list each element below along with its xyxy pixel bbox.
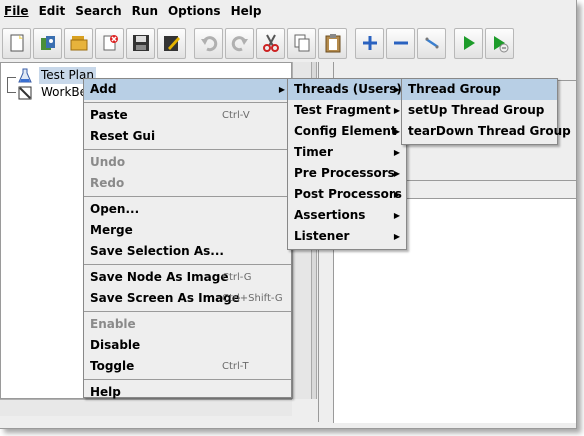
menu-item-save-selection[interactable]: Save Selection As... [84, 241, 291, 262]
menu-item-enable[interactable]: Enable [84, 314, 291, 335]
toggle-icon [424, 37, 439, 49]
open-button[interactable] [64, 27, 93, 59]
close-icon [103, 35, 118, 51]
toggle-button[interactable] [417, 27, 446, 59]
submenu-arrow-icon: ▶ [393, 190, 400, 199]
submenu-arrow-icon: ▶ [393, 127, 400, 136]
tree-expander[interactable] [7, 77, 16, 93]
redo-icon [231, 36, 248, 52]
menu-item-help[interactable]: Help [84, 382, 291, 403]
edit-icon [163, 36, 180, 51]
menu-options[interactable]: Options [164, 0, 225, 22]
menu-item-save-node-image[interactable]: Save Node As Image Ctrl-G [84, 267, 291, 288]
menubar: File Edit Search Run Options Help [0, 0, 576, 22]
start-button[interactable] [454, 27, 483, 59]
menu-help[interactable]: Help [227, 0, 266, 22]
save-button[interactable] [126, 27, 155, 59]
undo-icon [200, 36, 217, 52]
tree-label-workbench: WorkBe [41, 85, 88, 99]
start-icon [463, 36, 475, 50]
menu-item-redo[interactable]: Redo [84, 173, 291, 194]
paste-icon [325, 34, 340, 53]
submenu-item-threads[interactable]: Threads (Users) ▶ [288, 79, 406, 100]
submenu-item-pre-processors[interactable]: Pre Processors ▶ [288, 163, 406, 184]
start-no-pause-icon [493, 36, 508, 53]
menu-item-paste[interactable]: Paste Ctrl-V [84, 105, 291, 126]
paste-button[interactable] [318, 27, 347, 59]
edit-button[interactable] [157, 27, 186, 59]
submenu-item-timer[interactable]: Timer ▶ [288, 142, 406, 163]
submenu-item-assertions[interactable]: Assertions ▶ [288, 205, 406, 226]
context-menu: Add ▶ Paste Ctrl-V Reset Gui Undo Redo Ope… [83, 78, 292, 399]
submenu-arrow-icon: ▶ [393, 232, 400, 241]
submenu-arrow-icon: ▶ [393, 85, 400, 94]
menu-item-merge[interactable]: Merge [84, 220, 291, 241]
expand-icon [362, 36, 377, 50]
submenu-item-teardown-thread-group[interactable]: tearDown Thread Group [402, 121, 571, 142]
menu-item-add[interactable]: Add ▶ [84, 79, 291, 100]
templates-button[interactable] [33, 27, 62, 59]
submenu-item-test-fragment[interactable]: Test Fragment ▶ [288, 100, 406, 121]
close-button[interactable] [95, 27, 124, 59]
submenu-item-listener[interactable]: Listener ▶ [288, 226, 406, 247]
tree-node-workbench[interactable]: WorkBe [17, 84, 89, 101]
collapse-button[interactable] [386, 27, 415, 59]
open-icon [70, 36, 87, 51]
menu-item-open[interactable]: Open... [84, 199, 291, 220]
submenu-arrow-icon: ▶ [393, 148, 400, 157]
submenu-arrow-icon: ▶ [393, 211, 400, 220]
menu-run[interactable]: Run [128, 0, 162, 22]
submenu-arrow-icon: ▶ [278, 85, 285, 94]
add-submenu: Threads (Users) ▶ Test Fragment ▶ Config E… [287, 78, 407, 250]
menu-item-disable[interactable]: Disable [84, 335, 291, 356]
submenu-arrow-icon: ▶ [393, 169, 400, 178]
workbench-icon [18, 86, 32, 99]
start-no-pause-button[interactable] [485, 27, 514, 59]
new-icon [10, 34, 23, 52]
submenu-item-thread-group[interactable]: Thread Group [402, 79, 557, 100]
menu-search[interactable]: Search [71, 0, 125, 22]
menu-item-undo[interactable]: Undo [84, 152, 291, 173]
toolbar [0, 24, 576, 62]
submenu-item-config-element[interactable]: Config Element ▶ [288, 121, 406, 142]
menu-item-toggle[interactable]: Toggle Ctrl-T [84, 356, 291, 377]
cut-button[interactable] [256, 27, 285, 59]
collapse-icon [393, 41, 408, 45]
cut-icon [262, 34, 279, 52]
submenu-item-setup-thread-group[interactable]: setUp Thread Group [402, 100, 557, 121]
new-button[interactable] [2, 27, 31, 59]
submenu-arrow-icon: ▶ [393, 106, 400, 115]
copy-button[interactable] [287, 27, 316, 59]
menu-item-reset-gui[interactable]: Reset Gui [84, 126, 291, 147]
save-icon [132, 35, 149, 51]
menu-edit[interactable]: Edit [35, 0, 70, 22]
redo-button[interactable] [225, 27, 254, 59]
templates-icon [40, 36, 55, 50]
menu-item-save-screen-image[interactable]: Save Screen As Image Ctrl+Shift-G [84, 288, 291, 309]
flask-icon [18, 68, 32, 82]
undo-button[interactable] [194, 27, 223, 59]
menu-file[interactable]: File [0, 0, 33, 22]
threads-submenu: Thread Group setUp Thread Group tearDown… [401, 78, 571, 145]
submenu-item-post-processors[interactable]: Post Processors ▶ [288, 184, 406, 205]
copy-icon [294, 34, 309, 52]
expand-button[interactable] [355, 27, 384, 59]
